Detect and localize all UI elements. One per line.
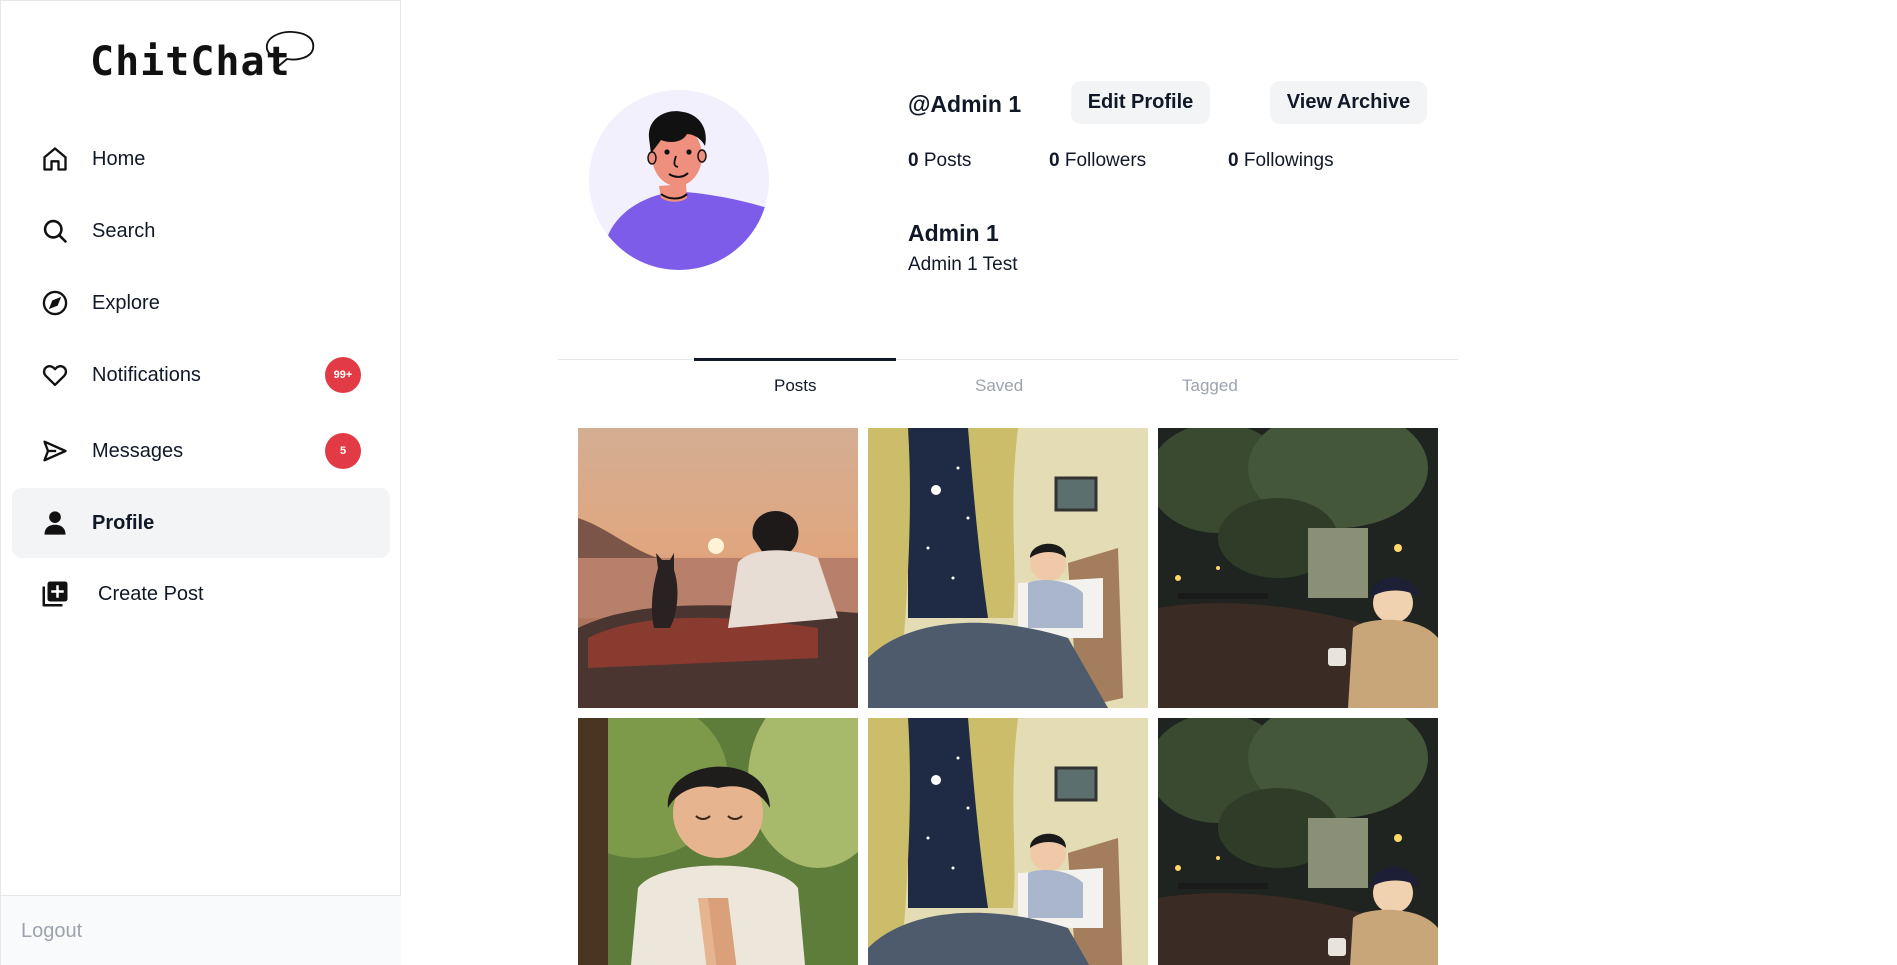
post-thumbnail[interactable] [868,718,1148,965]
heart-icon [40,360,70,390]
tab-saved[interactable]: Saved [975,376,1023,396]
post-thumbnail[interactable] [1158,428,1438,708]
search-icon [40,216,70,246]
sidebar-item-home[interactable]: Home [12,124,390,194]
sidebar-item-create-post[interactable]: Create Post [12,559,390,629]
speech-bubble-icon [266,31,315,72]
compass-icon [40,288,70,318]
profile-full-name: Admin 1 [908,220,999,246]
sidebar-item-profile[interactable]: Profile [12,488,390,558]
sidebar-item-label: Messages [92,439,184,462]
active-tab-indicator [694,358,896,361]
sidebar-item-messages[interactable]: Messages 5 [12,416,390,486]
sidebar: ChitChat Home Search Explore Notificatio… [0,0,401,965]
followers-stat[interactable]: 0 Followers [1049,150,1146,172]
post-image-sunset-car [578,428,858,708]
post-thumbnail[interactable] [578,428,858,708]
followings-count: 0 [1228,150,1239,171]
post-image-boy-sleeping [868,428,1148,708]
sidebar-item-search[interactable]: Search [12,196,390,266]
logout-button[interactable]: Logout [21,920,82,943]
post-image-night-park [1158,428,1438,708]
sidebar-item-label: Search [92,219,156,242]
sidebar-item-label: Home [92,147,146,170]
tab-tagged[interactable]: Tagged [1182,376,1238,396]
message-count-badge: 5 [325,433,361,469]
sidebar-item-label: Explore [92,291,160,314]
posts-label: Posts [923,150,972,171]
add-square-icon [40,579,70,609]
edit-profile-button[interactable]: Edit Profile [1071,81,1210,124]
view-archive-button[interactable]: View Archive [1270,81,1427,124]
followings-label: Followings [1243,150,1334,171]
post-thumbnail[interactable] [868,428,1148,708]
posts-count: 0 [908,150,919,171]
post-image-boy-sleeping [868,718,1148,965]
tabs-divider [558,359,1458,360]
profile-username: @Admin 1 [908,91,1022,117]
post-thumbnail[interactable] [1158,718,1438,965]
post-thumbnail[interactable] [578,718,858,965]
post-image-boy-praying [578,718,858,965]
send-icon [40,436,70,466]
sidebar-item-notifications[interactable]: Notifications 99+ [12,340,390,410]
logout-area: Logout [1,895,401,965]
followers-count: 0 [1049,150,1060,171]
followers-label: Followers [1064,150,1147,171]
sidebar-item-explore[interactable]: Explore [12,268,390,338]
tab-posts[interactable]: Posts [774,376,817,396]
sidebar-item-label: Notifications [92,363,201,386]
followings-stat[interactable]: 0 Followings [1228,150,1334,172]
profile-bio: Admin 1 Test [908,254,1018,275]
sidebar-item-label: Profile [92,511,155,534]
user-icon [40,508,70,538]
posts-stat: 0 Posts [908,150,971,172]
post-image-night-park [1158,718,1438,965]
profile-avatar[interactable] [589,90,769,270]
home-icon [40,144,70,174]
sidebar-item-label: Create Post [98,582,204,605]
avatar-illustration [589,90,769,270]
notification-count-badge: 99+ [325,357,361,393]
